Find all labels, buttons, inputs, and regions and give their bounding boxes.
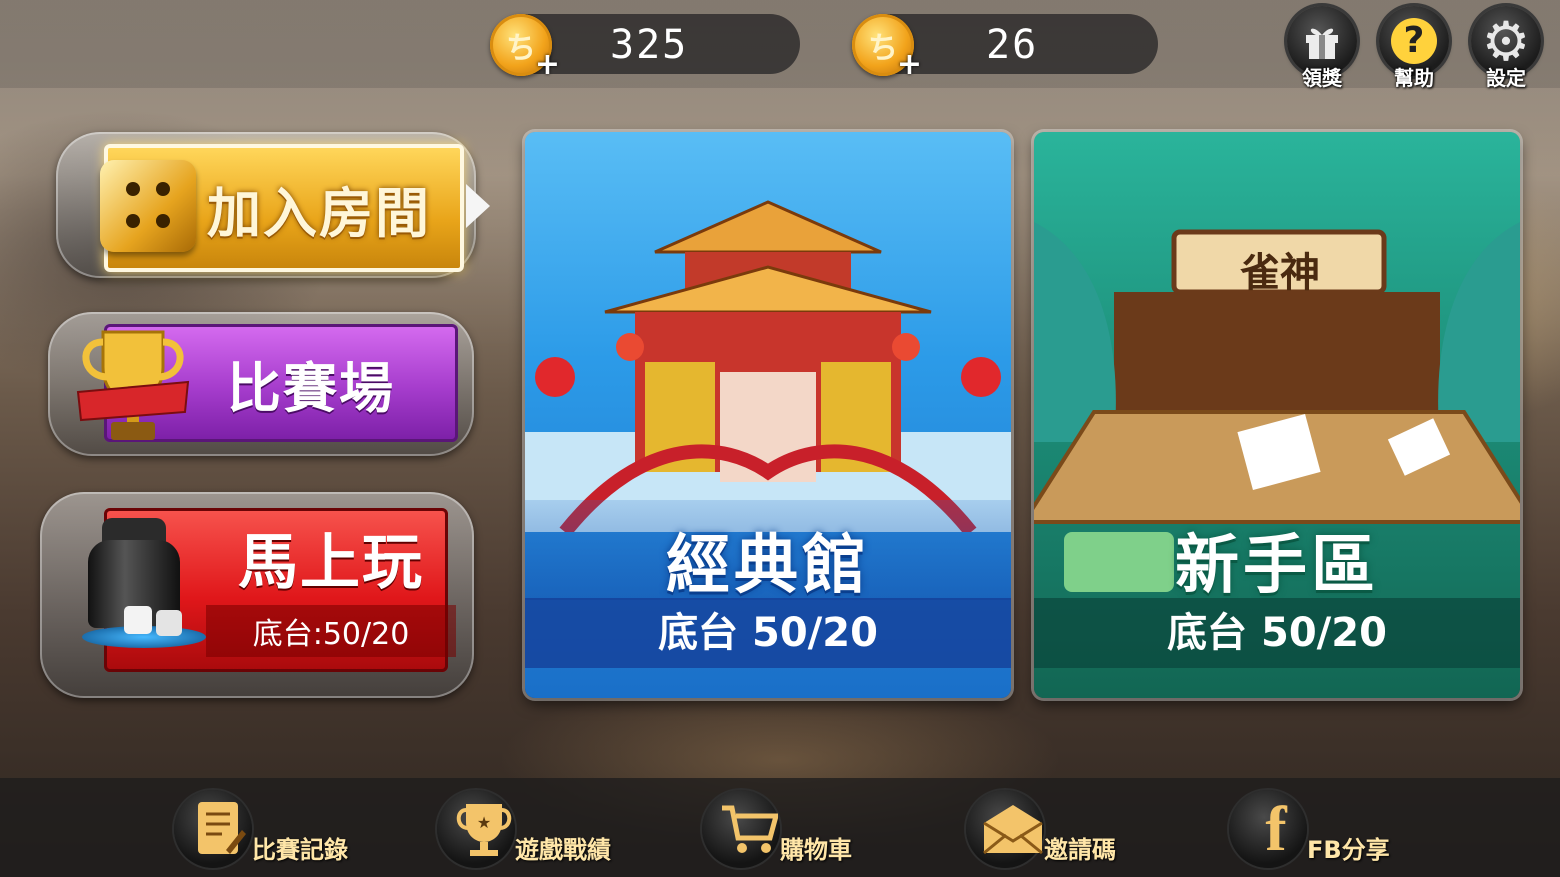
cart-icon: [714, 794, 784, 864]
match-record-label: 比賽記錄: [252, 836, 348, 864]
classic-room-stake: 底台 50/20: [525, 598, 1011, 668]
add-gem-icon[interactable]: +: [897, 47, 922, 82]
classic-room-card[interactable]: 經典館 底台 50/20: [525, 132, 1011, 698]
settings-label: 設定: [1486, 66, 1526, 90]
selected-arrow-icon: [466, 184, 490, 228]
tournament-label: 比賽場: [227, 356, 395, 420]
beginner-room-stake: 底台 50/20: [1034, 598, 1520, 668]
join-room-button[interactable]: 加入房間: [56, 132, 490, 278]
beginner-room-title: 新手區: [1175, 529, 1379, 603]
beginner-room-card[interactable]: 雀神 新手區 底台 50/20: [1034, 132, 1520, 698]
add-coin-icon[interactable]: +: [535, 47, 560, 82]
gold-coin-value: 325: [610, 22, 689, 68]
settings-button[interactable]: ⚙ 設定: [1468, 6, 1544, 94]
gem-value: 26: [986, 22, 1039, 68]
game-stats-label: 遊戲戰績: [515, 836, 611, 864]
tournament-button[interactable]: 比賽場: [48, 312, 474, 456]
reward-button[interactable]: 領獎: [1284, 6, 1360, 94]
quick-play-label: 馬上玩: [238, 527, 424, 598]
trophy-icon: [68, 322, 198, 452]
shopping-cart-label: 購物車: [780, 836, 852, 864]
sign-text: 雀神: [1240, 250, 1320, 296]
classic-room-title: 經典館: [666, 529, 870, 603]
envelope-icon: [978, 794, 1048, 864]
record-icon: [186, 794, 256, 864]
help-button[interactable]: ? 幫助: [1376, 6, 1452, 94]
gem-counter[interactable]: ち + 26: [852, 14, 1158, 82]
join-room-label: 加入房間: [207, 181, 431, 245]
fb-share-label: FB分享: [1307, 836, 1390, 864]
reward-label: 領獎: [1302, 66, 1342, 90]
quick-play-stake: 底台:50/20: [206, 604, 456, 657]
help-label: 幫助: [1394, 66, 1434, 90]
coin-icon: ち +: [490, 14, 560, 82]
palace-illustration: [525, 132, 1011, 537]
gold-coin-counter[interactable]: ち + 325: [490, 14, 800, 82]
dice-cup-icon: [82, 518, 208, 648]
svg-text:★: ★: [477, 813, 491, 832]
facebook-icon: f: [1265, 793, 1287, 864]
dice-icon: [100, 160, 196, 252]
invite-code-label: 邀請碼: [1044, 836, 1116, 864]
trophy-icon: ★: [449, 794, 519, 864]
quick-play-button[interactable]: 馬上玩 底台:50/20: [40, 492, 474, 698]
coin-icon: ち +: [852, 14, 922, 82]
